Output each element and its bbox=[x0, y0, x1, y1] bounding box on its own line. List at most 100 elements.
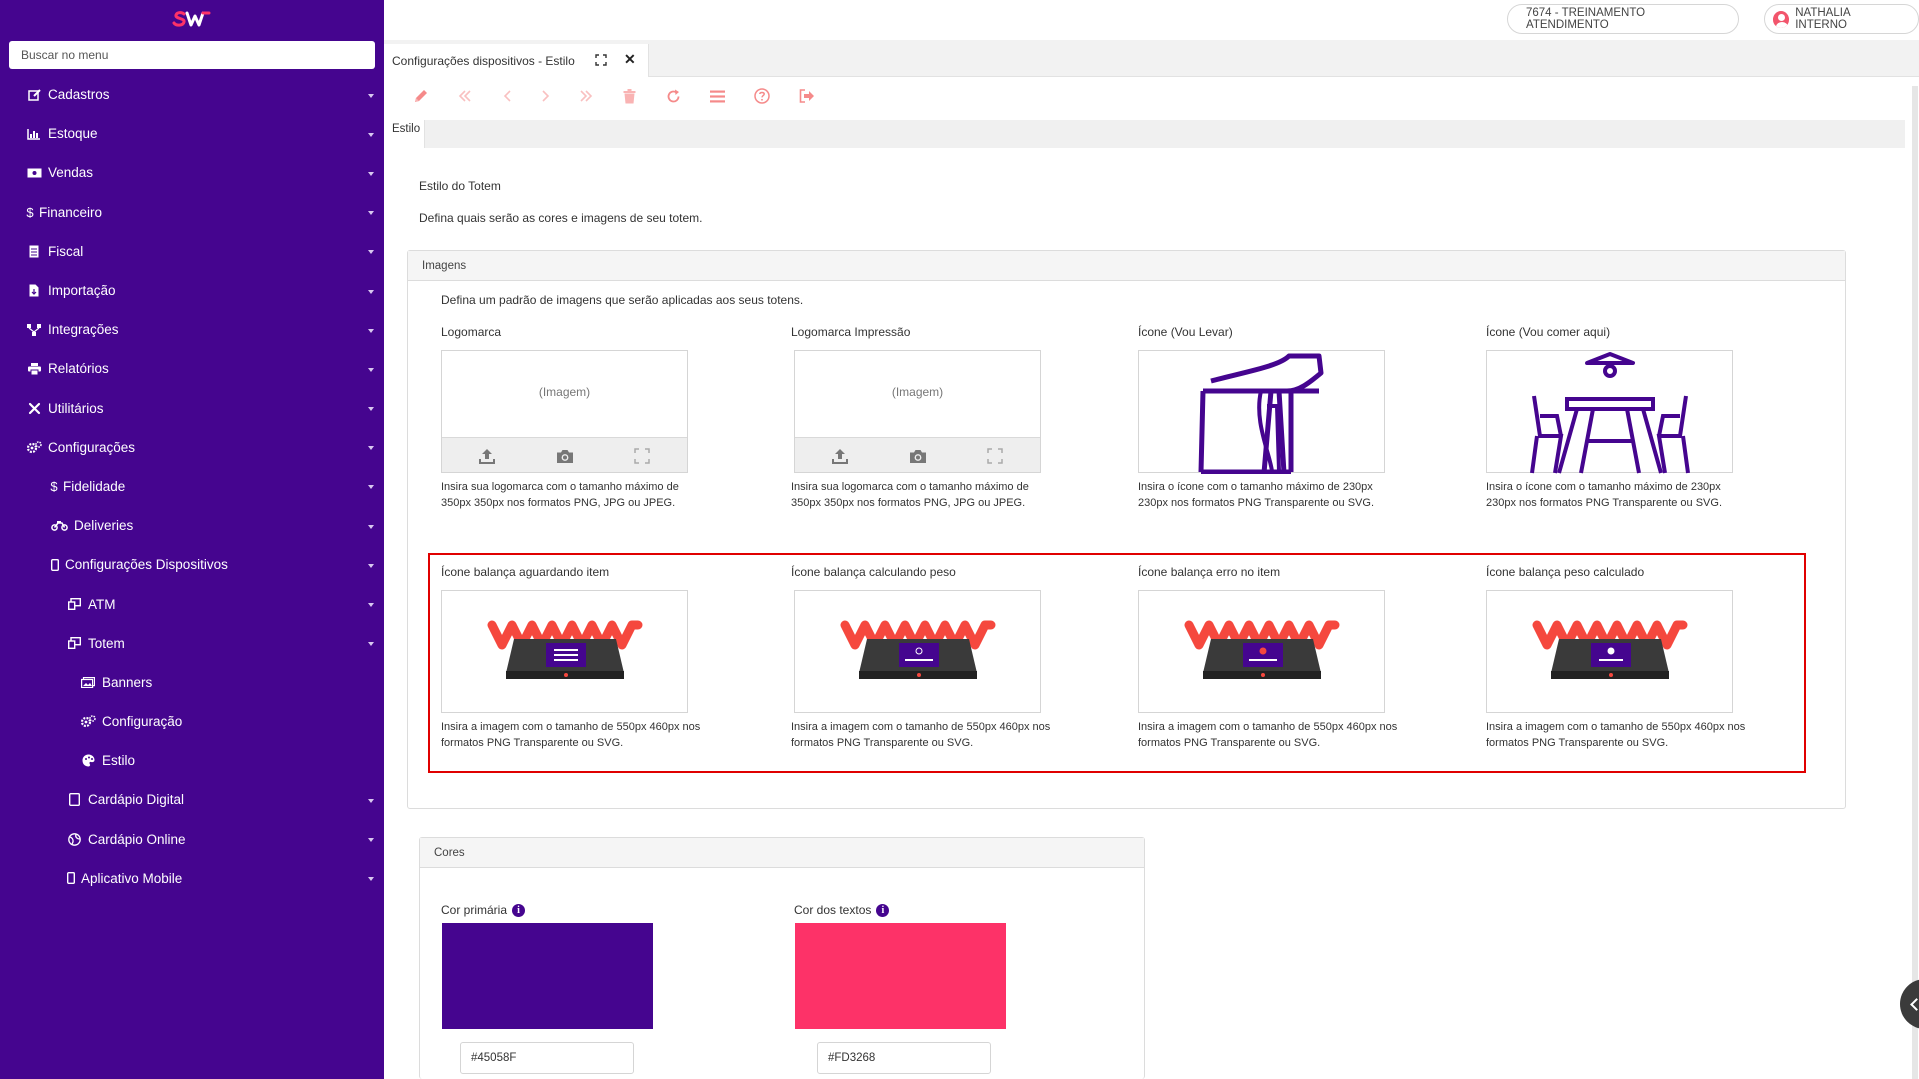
balanca-peso-calculado-help: Insira a imagem com o tamanho de 550px 4… bbox=[1486, 719, 1745, 751]
help-line: 230px nos formatos PNG Transparente ou S… bbox=[1138, 497, 1375, 509]
company-selector[interactable]: 7674 - TREINAMENTO ATENDIMENTO bbox=[1507, 4, 1739, 34]
help-line: Insira a imagem com o tamanho de 550px 4… bbox=[1138, 721, 1398, 733]
tab-configuracoes-estilo[interactable]: Configurações dispositivos - Estilo ✕ bbox=[384, 44, 649, 77]
upload-button[interactable] bbox=[830, 446, 850, 466]
balanca-erro-upload[interactable] bbox=[1138, 590, 1385, 713]
user-menu[interactable]: NATHALIA INTERNO bbox=[1764, 4, 1919, 34]
upload-button[interactable] bbox=[477, 446, 497, 466]
primary-color-input[interactable] bbox=[460, 1042, 634, 1074]
pencil-icon bbox=[415, 90, 427, 102]
user-name: NATHALIA INTERNO bbox=[1795, 7, 1850, 31]
sidebar-item-configuracoes[interactable]: Configurações bbox=[0, 428, 384, 467]
sidebar-item-financeiro[interactable]: $ Financeiro bbox=[0, 193, 384, 232]
balanca-peso-calculado-label: Ícone balança peso calculado bbox=[1486, 565, 1645, 579]
sidebar-item-fidelidade[interactable]: $ Fidelidade bbox=[0, 467, 384, 506]
balanca-aguardando-upload[interactable] bbox=[441, 590, 688, 713]
sidebar-item-estoque[interactable]: Estoque bbox=[0, 114, 384, 153]
balanca-peso-calculado-upload[interactable] bbox=[1486, 590, 1733, 713]
document-icon bbox=[26, 243, 42, 259]
info-icon[interactable]: i bbox=[876, 904, 890, 918]
logomarca-impressao-upload: (Imagem) bbox=[794, 350, 1041, 473]
icone-vou-levar-help: Insira o ícone com o tamanho máximo de 2… bbox=[1138, 479, 1374, 511]
mobile-icon bbox=[66, 870, 75, 886]
icone-vou-comer-aqui-upload[interactable] bbox=[1486, 350, 1733, 474]
logomarca-help: Insira sua logomarca com o tamanho máxim… bbox=[441, 479, 679, 511]
sidebar-item-totem[interactable]: Totem bbox=[0, 624, 384, 663]
caret-down-icon bbox=[368, 524, 374, 529]
sidebar-item-estilo[interactable]: Estilo bbox=[0, 741, 384, 780]
list-button[interactable] bbox=[707, 86, 727, 106]
caret-down-icon bbox=[368, 328, 374, 333]
caret-down-icon bbox=[368, 603, 374, 608]
double-chevron-right-icon bbox=[580, 90, 593, 102]
balanca-erro-label: Ícone balança erro no item bbox=[1138, 565, 1281, 579]
upload-icon bbox=[832, 448, 848, 464]
text-color-swatch[interactable] bbox=[795, 923, 1006, 1029]
sidebar-item-cadastros[interactable]: Cadastros bbox=[0, 75, 384, 114]
page-description: Defina quais serão as cores e imagens de… bbox=[419, 211, 703, 225]
caret-down-icon bbox=[368, 211, 374, 216]
camera-button[interactable] bbox=[555, 446, 575, 466]
images-icon bbox=[80, 674, 96, 690]
sidebar-item-label: Configurações bbox=[48, 439, 136, 455]
sidebar-item-configuracao[interactable]: Configuração bbox=[0, 702, 384, 741]
caret-down-icon bbox=[368, 407, 374, 412]
text-color-input[interactable] bbox=[817, 1042, 991, 1074]
sign-out-icon bbox=[799, 89, 814, 103]
sidebar-item-label: Fiscal bbox=[48, 243, 84, 259]
file-import-icon bbox=[26, 283, 42, 299]
help-line: 230px nos formatos PNG Transparente ou S… bbox=[1486, 497, 1723, 509]
delete-button[interactable] bbox=[619, 86, 639, 106]
help-line: formatos PNG Transparente ou SVG. bbox=[1138, 737, 1321, 749]
page-scrollbar[interactable] bbox=[1912, 86, 1918, 1079]
menu-search-input[interactable] bbox=[9, 41, 375, 69]
sidebar-item-importacao[interactable]: Importação bbox=[0, 271, 384, 310]
close-icon[interactable]: ✕ bbox=[624, 51, 636, 68]
text-color-label-text: Cor dos textos bbox=[794, 903, 872, 917]
fullscreen-button[interactable] bbox=[632, 446, 652, 466]
desktop-icon bbox=[66, 635, 82, 651]
sidebar-item-aplicativo-mobile[interactable]: Aplicativo Mobile bbox=[0, 859, 384, 898]
primary-color-swatch[interactable] bbox=[442, 923, 653, 1029]
balanca-calculando-upload[interactable] bbox=[794, 590, 1041, 713]
balanca-calculando-help: Insira a imagem com o tamanho de 550px 4… bbox=[791, 719, 1050, 751]
globe-icon bbox=[66, 831, 82, 847]
refresh-button[interactable] bbox=[663, 86, 683, 106]
sidebar-item-utilitarios[interactable]: Utilitários bbox=[0, 389, 384, 428]
sidebar-item-atm[interactable]: ATM bbox=[0, 584, 384, 623]
help-line: Insira a imagem com o tamanho de 550px 4… bbox=[441, 721, 701, 733]
fullscreen-button[interactable] bbox=[985, 446, 1005, 466]
previous-record-button[interactable] bbox=[498, 86, 518, 106]
camera-button[interactable] bbox=[908, 446, 928, 466]
logomarca-impressao-help: Insira sua logomarca com o tamanho máxim… bbox=[791, 479, 1029, 511]
info-icon[interactable]: i bbox=[512, 904, 526, 918]
next-record-button[interactable] bbox=[535, 86, 555, 106]
last-record-button[interactable] bbox=[576, 86, 596, 106]
icone-vou-levar-upload[interactable] bbox=[1138, 350, 1385, 476]
help-line: Insira o ícone com o tamanho máximo de 2… bbox=[1486, 481, 1721, 493]
expand-icon[interactable] bbox=[595, 54, 607, 66]
exit-button[interactable] bbox=[797, 86, 817, 106]
sidebar-item-label: Cardápio Online bbox=[88, 831, 186, 847]
chevron-right-icon bbox=[542, 90, 550, 102]
motorcycle-icon bbox=[50, 518, 68, 534]
scale-calculating-icon bbox=[840, 620, 996, 679]
sidebar-item-label: Configurações Dispositivos bbox=[65, 557, 228, 573]
logo[interactable] bbox=[0, 0, 384, 38]
help-button[interactable] bbox=[752, 86, 772, 106]
first-record-button[interactable] bbox=[455, 86, 475, 106]
sidebar-item-vendas[interactable]: Vendas bbox=[0, 153, 384, 192]
caret-down-icon bbox=[368, 642, 374, 647]
sidebar-item-cardapio-digital[interactable]: Cardápio Digital bbox=[0, 780, 384, 819]
caret-down-icon bbox=[368, 485, 374, 490]
sidebar-item-deliveries[interactable]: Deliveries bbox=[0, 506, 384, 545]
sidebar-item-relatorios[interactable]: Relatórios bbox=[0, 349, 384, 388]
edit-button[interactable] bbox=[411, 86, 431, 106]
sidebar-item-configuracoes-dispositivos[interactable]: Configurações Dispositivos bbox=[0, 545, 384, 584]
sidebar-item-integracoes[interactable]: Integrações bbox=[0, 310, 384, 349]
sidebar-item-cardapio-online[interactable]: Cardápio Online bbox=[0, 820, 384, 859]
sidebar-item-fiscal[interactable]: Fiscal bbox=[0, 232, 384, 271]
icone-vou-comer-aqui-help: Insira o ícone com o tamanho máximo de 2… bbox=[1486, 479, 1722, 511]
sidebar-item-banners[interactable]: Banners bbox=[0, 663, 384, 702]
tab-estilo[interactable]: Estilo bbox=[389, 120, 425, 148]
